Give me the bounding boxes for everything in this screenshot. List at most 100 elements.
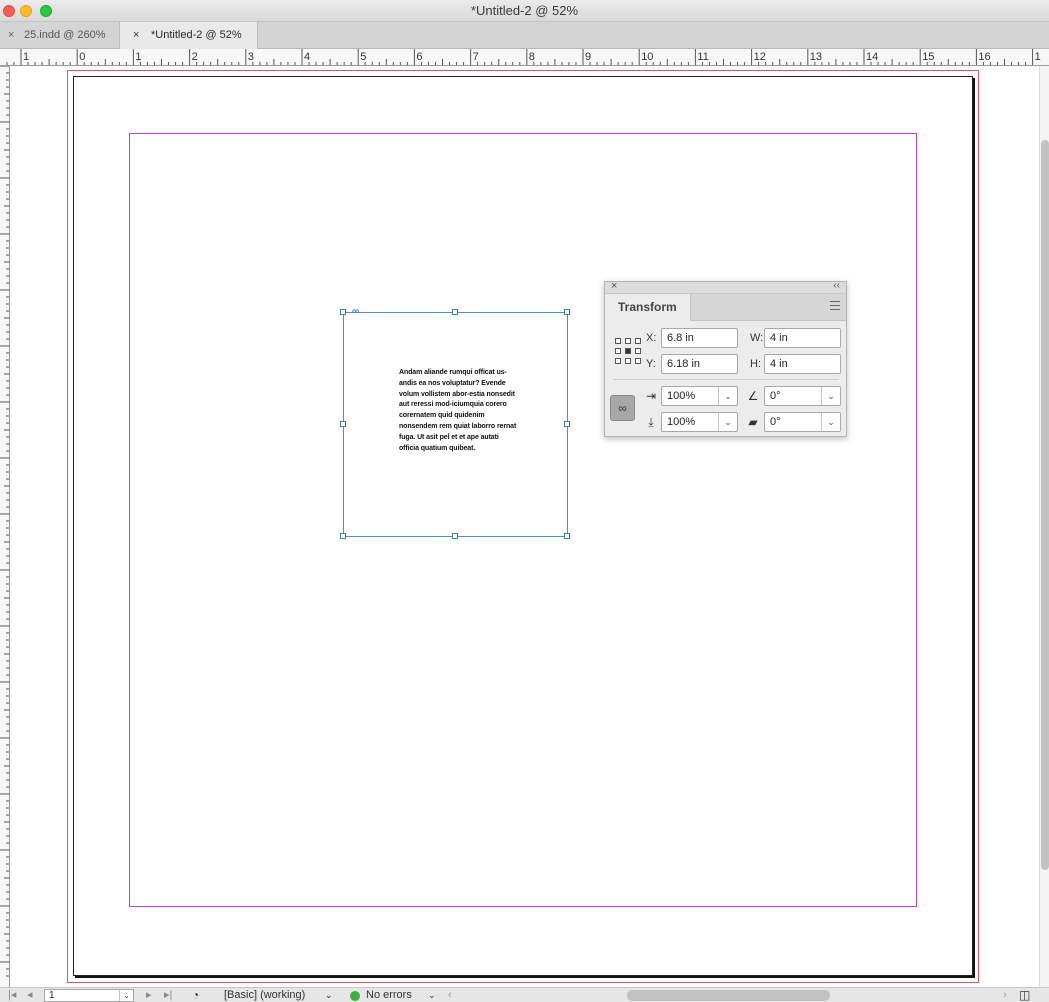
ruler-label: 2 (192, 51, 198, 63)
tab-25-indd[interactable]: × 25.indd @ 260% (0, 22, 120, 49)
ruler-label: 5 (360, 51, 366, 63)
chevron-down-icon[interactable]: ⌄ (821, 387, 840, 405)
shear-icon: ▰ (748, 415, 758, 429)
w-label: W: (750, 332, 764, 344)
handle-bottom-right[interactable] (564, 533, 570, 539)
preflight-profile[interactable]: [Basic] (working) (224, 988, 305, 1002)
last-page-icon[interactable]: ▸| (164, 988, 172, 1002)
h-label: H: (750, 358, 761, 370)
tab-label: 25.indd @ 260% (24, 29, 106, 41)
ruler-label: 1 (1035, 51, 1041, 63)
handle-top-center[interactable] (452, 309, 458, 315)
scale-x-dropdown[interactable]: 100% ⌄ (661, 386, 738, 406)
handle-middle-left[interactable] (340, 421, 346, 427)
chevron-down-icon[interactable]: ⌄ (119, 990, 133, 1001)
ref-point-middle-left[interactable] (615, 348, 621, 354)
chevron-down-icon[interactable]: ⌄ (718, 387, 737, 405)
chevron-down-icon[interactable]: ⌄ (325, 988, 333, 1002)
page-number-value: 1 (49, 990, 55, 1001)
w-field[interactable]: 4 in (764, 328, 841, 348)
ruler-label: 12 (754, 51, 766, 63)
first-page-icon[interactable]: |◂ (8, 988, 16, 1002)
document-tab-bar: × 25.indd @ 260% × *Untitled-2 @ 52% (0, 22, 1049, 49)
rotation-dropdown[interactable]: 0° ⌄ (764, 386, 841, 406)
handle-top-right[interactable] (564, 309, 570, 315)
vertical-scroll-thumb[interactable] (1041, 140, 1049, 870)
horizontal-ruler[interactable]: 1 0 1 2 3 4 5 6 7 8 9 10 11 12 13 14 15 16 1 (0, 49, 1049, 66)
x-label: X: (646, 332, 657, 344)
shear-dropdown[interactable]: 0° ⌄ (764, 412, 841, 432)
tab-untitled-2[interactable]: × *Untitled-2 @ 52% (120, 22, 258, 49)
ref-point-top-center[interactable] (625, 338, 631, 344)
indesign-window: *Untitled-2 @ 52% × 25.indd @ 260% × *Un… (0, 0, 1049, 1002)
y-field[interactable]: 6.18 in (661, 354, 738, 374)
vertical-ruler[interactable] (0, 66, 10, 987)
rotation-value: 0° (770, 390, 781, 402)
window-title: *Untitled-2 @ 52% (470, 3, 579, 18)
close-tab-icon[interactable]: × (8, 22, 14, 49)
rotation-icon: ∠ (747, 389, 759, 403)
shear-value: 0° (770, 416, 781, 428)
pasteboard[interactable]: ∞ Andam aliande rumqui officat us-andis … (10, 66, 1039, 987)
ruler-label: 0 (79, 51, 85, 63)
scale-x-value: 100% (667, 390, 696, 402)
split-window-icon[interactable]: ◫ (1019, 988, 1030, 1002)
tab-transform[interactable]: Transform (605, 294, 691, 321)
link-icon[interactable]: ∞ (352, 307, 359, 317)
ruler-label: 7 (473, 51, 479, 63)
tab-label: *Untitled-2 @ 52% (151, 29, 242, 41)
reference-point-icon[interactable] (615, 338, 641, 364)
ruler-label: 4 (304, 51, 310, 63)
scroll-left-icon[interactable]: ‹ (448, 988, 452, 1002)
panel-divider (613, 379, 839, 380)
scale-y-dropdown[interactable]: 100% ⌄ (661, 412, 738, 432)
text-frame[interactable]: ∞ Andam aliande rumqui officat us-andis … (340, 307, 570, 539)
panel-header[interactable]: × ‹‹ (605, 280, 846, 294)
handle-bottom-left[interactable] (340, 533, 346, 539)
chevron-down-icon[interactable]: ⌄ (428, 988, 436, 1002)
ruler-label: 16 (978, 51, 990, 63)
vertical-scrollbar[interactable] (1039, 66, 1049, 987)
ruler-label: 8 (529, 51, 535, 63)
previous-page-icon[interactable]: ◂ (27, 988, 33, 1002)
next-page-icon[interactable]: ▸ (146, 988, 152, 1002)
ruler-label: 6 (416, 51, 422, 63)
constrain-proportions-icon[interactable]: ∞ (610, 395, 635, 421)
panel-menu-icon[interactable] (830, 301, 840, 310)
ref-point-top-left[interactable] (615, 338, 621, 344)
frame-body-text[interactable]: Andam aliande rumqui officat us-andis ea… (399, 368, 519, 454)
preflight-status[interactable]: No errors (366, 988, 412, 1002)
ruler-label: 10 (641, 51, 653, 63)
chevron-down-icon[interactable]: ⌄ (718, 413, 737, 431)
horizontal-ruler-ticks: 1 0 1 2 3 4 5 6 7 8 9 10 11 12 13 14 15 16 1 (6, 49, 1041, 65)
scroll-right-icon[interactable]: › (1003, 988, 1007, 1002)
ref-point-middle-right[interactable] (635, 348, 641, 354)
ref-point-center[interactable] (625, 348, 631, 354)
ref-point-bottom-center[interactable] (625, 358, 631, 364)
handle-top-left[interactable] (340, 309, 346, 315)
handle-middle-right[interactable] (564, 421, 570, 427)
open-page-icon[interactable]: ◔ (192, 988, 199, 1002)
ruler-label: 11 (697, 51, 708, 63)
handle-bottom-center[interactable] (452, 533, 458, 539)
h-field[interactable]: 4 in (764, 354, 841, 374)
ruler-label: 14 (866, 51, 878, 63)
horizontal-scroll-thumb[interactable] (627, 990, 830, 1001)
ruler-label: 15 (922, 51, 934, 63)
transform-panel[interactable]: × ‹‹ Transform X: 6.8 in W: 4 in Y: 6.18… (604, 280, 847, 437)
panel-tab-row: Transform (605, 294, 846, 321)
chevron-down-icon[interactable]: ⌄ (821, 413, 840, 431)
ruler-label: 1 (23, 51, 29, 63)
collapse-icon[interactable]: ‹‹ (833, 280, 840, 291)
scale-y-icon: ⤓ (648, 415, 654, 429)
page-number-field[interactable]: 1 ⌄ (44, 989, 134, 1002)
ref-point-top-right[interactable] (635, 338, 641, 344)
close-tab-icon[interactable]: × (133, 22, 139, 49)
close-icon[interactable]: × (611, 280, 617, 292)
ref-point-bottom-left[interactable] (615, 358, 621, 364)
ruler-label: 1 (135, 51, 141, 63)
ref-point-bottom-right[interactable] (635, 358, 641, 364)
scale-y-value: 100% (667, 416, 696, 428)
x-field[interactable]: 6.8 in (661, 328, 738, 348)
ruler-label: 9 (585, 51, 591, 63)
